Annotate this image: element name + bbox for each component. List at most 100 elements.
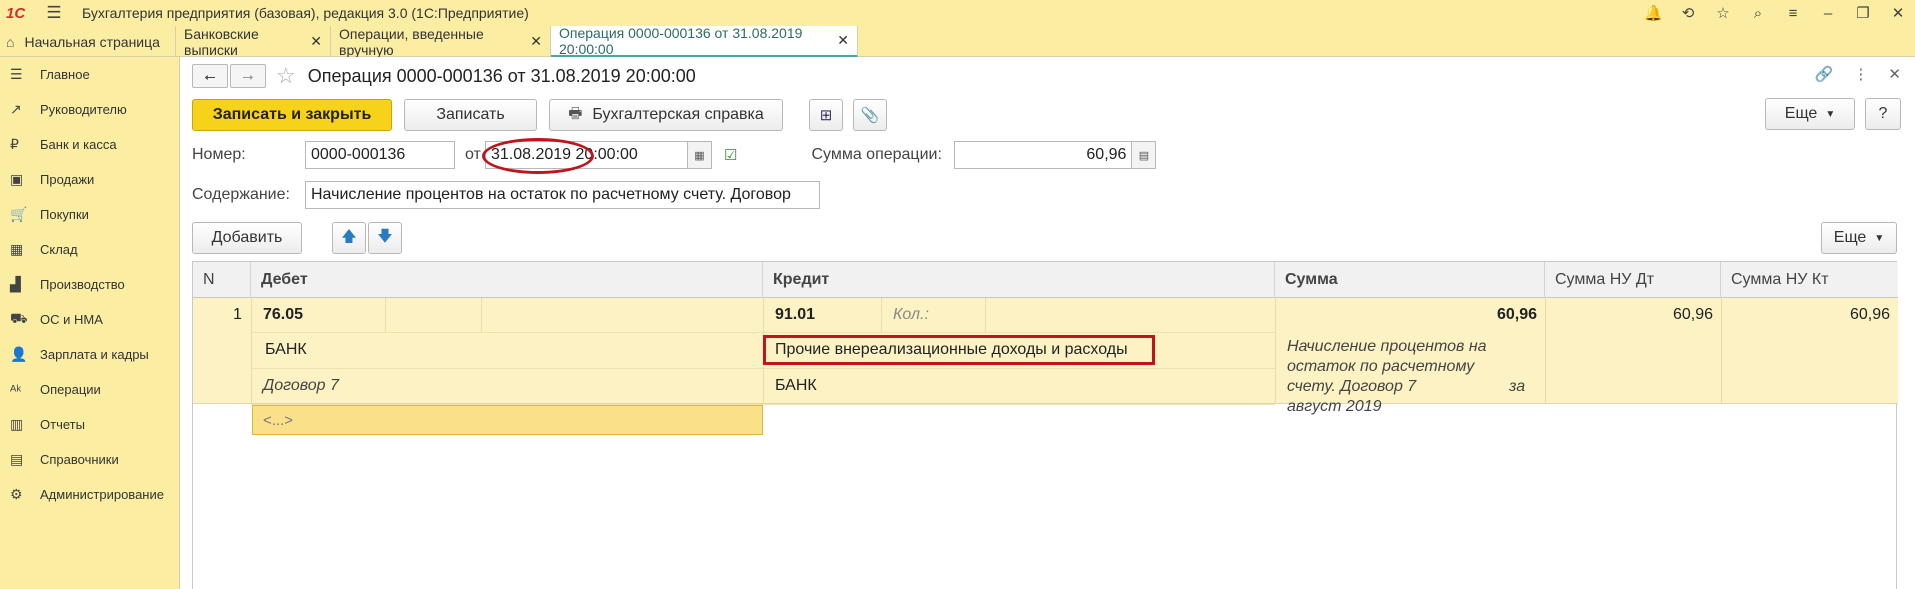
col-debit[interactable]: Дебет bbox=[251, 262, 763, 298]
move-up-icon[interactable]: 🡅 bbox=[332, 222, 366, 254]
tab-close-icon[interactable]: ✕ bbox=[310, 33, 322, 50]
col-divider bbox=[1721, 298, 1722, 404]
close-form-icon[interactable]: ✕ bbox=[1888, 65, 1901, 83]
header-actions: 🔗 ⋮ ✕ bbox=[1815, 65, 1901, 83]
sidebar-item-label: Справочники bbox=[40, 452, 119, 467]
tab-home[interactable]: ⌂ Начальная страница bbox=[0, 26, 176, 57]
number-label: Номер: bbox=[192, 146, 246, 163]
sidebar-item-sales[interactable]: ▣ Продажи bbox=[0, 162, 179, 197]
save-and-close-button[interactable]: Записать и закрыть bbox=[192, 99, 392, 131]
window-tabs: ⌂ Начальная страница Банковские выписки … bbox=[0, 25, 1915, 58]
operations-icon: ᴬᵏ bbox=[10, 381, 22, 398]
star-icon[interactable]: ☆ bbox=[1714, 4, 1732, 22]
sum-field[interactable]: 60,96 bbox=[954, 141, 1133, 169]
row-sum[interactable]: 60,96 bbox=[1275, 306, 1537, 324]
structure-icon[interactable]: ⊞ bbox=[809, 99, 843, 131]
more-button[interactable]: Еще ▼ bbox=[1765, 98, 1855, 130]
tab-close-icon[interactable]: ✕ bbox=[530, 33, 542, 50]
sidebar-item-main[interactable]: ☰ Главное bbox=[0, 57, 179, 92]
tab-label: Банковские выписки bbox=[184, 25, 259, 58]
attachment-icon[interactable]: 📎 bbox=[853, 99, 887, 131]
tab-bank-statements[interactable]: Банковские выписки ✕ bbox=[176, 25, 331, 58]
tab-close-icon[interactable]: ✕ bbox=[837, 32, 849, 49]
link-icon[interactable]: 🔗 bbox=[1815, 65, 1834, 83]
sidebar-item-bank[interactable]: ₽ Банк и касса bbox=[0, 127, 179, 162]
col-nu-dt[interactable]: Сумма НУ Дт bbox=[1545, 262, 1721, 298]
nu-dt-value[interactable]: 60,96 bbox=[1545, 306, 1713, 324]
sidebar-item-label: Операции bbox=[40, 382, 101, 397]
dropdown-arrow-icon: ▼ bbox=[1825, 108, 1836, 120]
accounting-report-button[interactable]: 🖶 Бухгалтерская справка bbox=[549, 99, 783, 131]
more-vertical-icon[interactable]: ⋮ bbox=[1853, 65, 1868, 83]
table-more-label: Еще bbox=[1833, 229, 1867, 246]
col-divider bbox=[251, 298, 252, 404]
bell-icon[interactable]: 🔔 bbox=[1644, 4, 1663, 22]
content-field[interactable]: Начисление процентов на остаток по расче… bbox=[305, 181, 820, 209]
save-button[interactable]: Записать bbox=[404, 99, 537, 131]
tab-manual-operations[interactable]: Операции, введенные вручную ✕ bbox=[331, 26, 551, 58]
debit-subconto-2[interactable]: Договор 7 bbox=[263, 377, 339, 395]
sidebar-item-label: Отчеты bbox=[40, 417, 85, 432]
sidebar-item-directories[interactable]: ▤ Справочники bbox=[0, 442, 179, 477]
accounting-report-label: Бухгалтерская справка bbox=[592, 106, 764, 123]
history-icon[interactable]: ⟲ bbox=[1679, 4, 1697, 22]
minimize-icon[interactable]: – bbox=[1819, 5, 1837, 22]
move-down-icon[interactable]: 🡇 bbox=[368, 222, 402, 254]
debit-subconto-3-input[interactable]: <...> bbox=[252, 405, 763, 435]
sidebar: ☰ Главное ↗ Руководителю ₽ Банк и касса ▣ Пр… bbox=[0, 57, 180, 589]
back-arrow-icon[interactable]: ⭠ bbox=[192, 64, 228, 88]
sidebar-item-operations[interactable]: ᴬᵏ Операции bbox=[0, 372, 179, 407]
sum-description-line-4: август 2019 bbox=[1287, 398, 1382, 415]
sidebar-item-production[interactable]: ▟ Производство bbox=[0, 267, 179, 302]
tab-label: Начальная страница bbox=[24, 33, 160, 50]
favorite-star-icon[interactable]: ☆ bbox=[276, 63, 296, 89]
sidebar-item-warehouse[interactable]: ▦ Склад bbox=[0, 232, 179, 267]
restore-icon[interactable]: ❐ bbox=[1854, 4, 1872, 22]
sidebar-item-label: Банк и касса bbox=[40, 137, 117, 152]
table-more-button[interactable]: Еще ▼ bbox=[1821, 222, 1897, 254]
col-n[interactable]: N bbox=[193, 262, 251, 298]
col-nu-kt[interactable]: Сумма НУ Кт bbox=[1721, 262, 1898, 298]
forward-arrow-icon[interactable]: ⭢ bbox=[230, 64, 266, 88]
sidebar-item-label: Администрирование bbox=[40, 487, 164, 502]
app-logo: 1C bbox=[6, 4, 26, 22]
debit-subconto-1[interactable]: БАНК bbox=[265, 341, 307, 359]
calculator-icon[interactable]: ▤ bbox=[1132, 141, 1157, 169]
help-button[interactable]: ? bbox=[1865, 98, 1901, 130]
toolbar-right: Еще ▼ ? bbox=[1765, 98, 1901, 130]
col-credit[interactable]: Кредит bbox=[763, 262, 1275, 298]
content-row: Содержание: Начисление процентов на оста… bbox=[192, 181, 1192, 209]
main-content: ⭠ ⭢ ☆ Операция 0000-000136 от 31.08.2019… bbox=[180, 57, 1915, 589]
number-field[interactable]: 0000-000136 bbox=[305, 141, 455, 169]
title-bar: 1C ☰ Бухгалтерия предприятия (базовая), … bbox=[0, 0, 1915, 26]
form-toolbar: Записать и закрыть Записать 🖶 Бухгалтерс… bbox=[192, 98, 887, 132]
sidebar-item-label: Руководителю bbox=[40, 102, 127, 117]
check-doc-icon[interactable]: ☑ bbox=[724, 146, 737, 164]
add-button[interactable]: Добавить bbox=[192, 222, 302, 254]
search-icon[interactable]: ⌕ bbox=[1749, 5, 1767, 22]
close-icon[interactable]: ✕ bbox=[1889, 4, 1907, 22]
sidebar-item-salary[interactable]: 👤 Зарплата и кадры bbox=[0, 337, 179, 372]
col-divider bbox=[1275, 298, 1276, 404]
sidebar-item-reports[interactable]: ▥ Отчеты bbox=[0, 407, 179, 442]
debit-account[interactable]: 76.05 bbox=[263, 306, 303, 324]
main-menu-icon[interactable]: ☰ bbox=[40, 3, 68, 23]
page-title: Операция 0000-000136 от 31.08.2019 20:00… bbox=[307, 65, 696, 86]
settings-menu-icon[interactable]: ≡ bbox=[1784, 5, 1802, 22]
tab-operation[interactable]: Операция 0000-000136 от 31.08.2019 20:00… bbox=[551, 25, 858, 57]
sidebar-item-assets[interactable]: ⛟ ОС и НМА bbox=[0, 302, 179, 337]
sidebar-item-label: ОС и НМА bbox=[40, 312, 103, 327]
credit-account[interactable]: 91.01 bbox=[775, 306, 815, 324]
credit-divider bbox=[985, 298, 986, 332]
sidebar-item-purchases[interactable]: 🛒 Покупки bbox=[0, 197, 179, 232]
sidebar-item-label: Производство bbox=[40, 277, 125, 292]
nu-kt-value[interactable]: 60,96 bbox=[1721, 306, 1890, 324]
truck-icon: ⛟ bbox=[10, 310, 28, 326]
calendar-icon[interactable]: ▦ bbox=[688, 141, 712, 169]
cart-icon: 🛒 bbox=[10, 206, 28, 222]
sidebar-item-manager[interactable]: ↗ Руководителю bbox=[0, 92, 179, 127]
col-sum[interactable]: Сумма bbox=[1275, 262, 1545, 298]
credit-subconto-2[interactable]: БАНК bbox=[775, 377, 817, 395]
col-divider bbox=[1545, 298, 1546, 404]
sidebar-item-admin[interactable]: ⚙ Администрирование bbox=[0, 477, 179, 512]
